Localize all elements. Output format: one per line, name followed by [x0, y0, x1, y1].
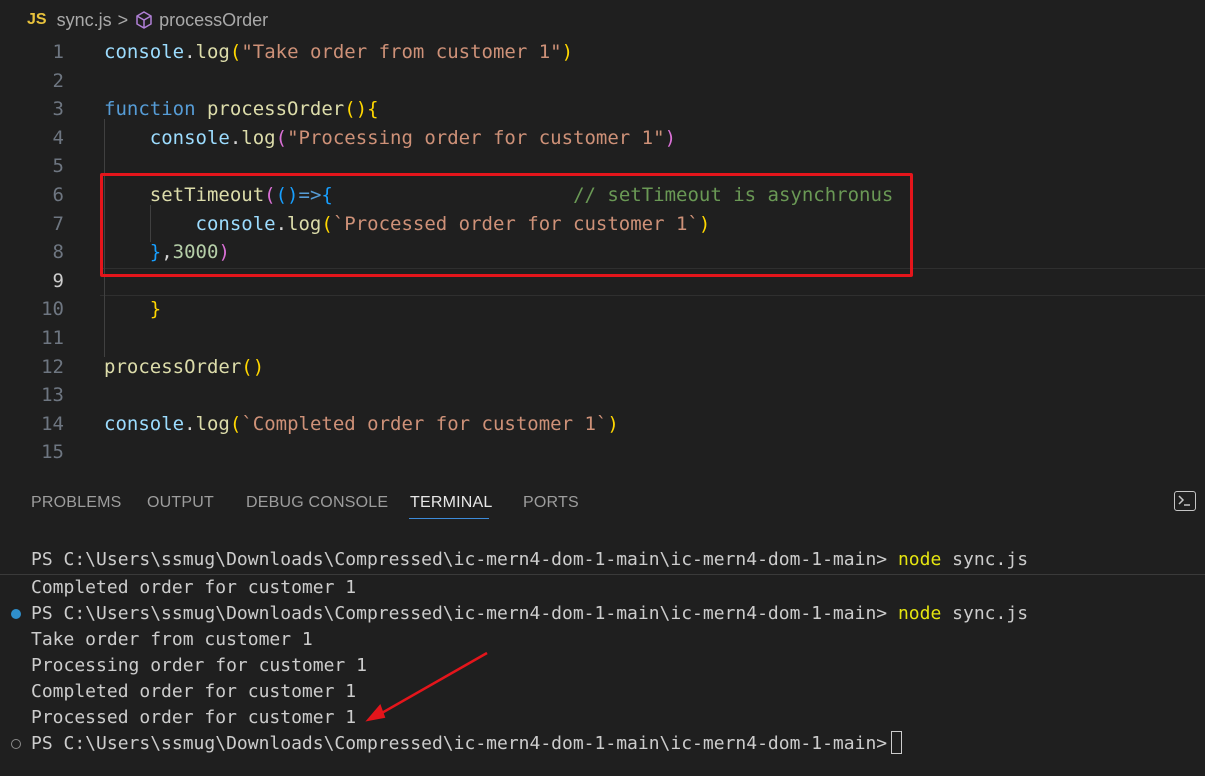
code-token: "Processing order for customer 1" [287, 126, 665, 149]
code-token: . [184, 412, 196, 435]
code-token: log [241, 126, 276, 149]
code-token: ) [664, 126, 677, 149]
command-word: node [897, 603, 942, 624]
command-arg: sync.js [952, 603, 1029, 624]
terminal-command-line: PS C:\Users\ssmug\Downloads\Compressed\i… [31, 601, 1028, 627]
code-token: ( [229, 41, 242, 63]
tab-output[interactable]: OUTPUT [147, 494, 214, 512]
terminal-output-line: Take order from customer 1 [31, 629, 313, 650]
code-line[interactable]: 14 console.log(`Completed order for custo… [0, 410, 1205, 439]
code-token: } [149, 298, 162, 321]
code-line[interactable]: 11 [0, 324, 1205, 353]
terminal-output-line: Processing order for customer 1 [31, 655, 367, 676]
code-token: ( [229, 412, 242, 435]
line-number: 12 [41, 355, 64, 378]
code-token: () [241, 355, 265, 378]
terminal-output[interactable]: PS C:\Users\ssmug\Downloads\Compressed\i… [0, 540, 1205, 776]
active-tab-indicator [409, 518, 489, 519]
breadcrumb-symbol[interactable]: processOrder [159, 10, 268, 31]
code-text: } [104, 295, 161, 324]
javascript-file-icon: JS [27, 11, 47, 28]
highlight-annotation-box [100, 173, 913, 277]
terminal-command-line: PS C:\Users\ssmug\Downloads\Compressed\i… [31, 547, 1028, 573]
code-line[interactable]: 2 [0, 67, 1205, 96]
code-token: processOrder [104, 355, 242, 378]
code-line[interactable]: 10 } [0, 295, 1205, 324]
code-line[interactable]: 4 console.log("Processing order for cust… [0, 124, 1205, 153]
code-token: ( [275, 126, 288, 149]
command-success-dot [11, 609, 21, 619]
terminal-current-prompt[interactable]: PS C:\Users\ssmug\Downloads\Compressed\i… [31, 731, 903, 757]
annotation-arrow-icon [365, 651, 488, 722]
code-token: console [104, 412, 185, 435]
terminal-output-line: Completed order for customer 1 [31, 577, 357, 598]
code-token: "Take order from customer 1" [241, 41, 562, 63]
breadcrumb-separator: > [117, 9, 129, 30]
code-token: function [104, 98, 196, 121]
code-token: ) [561, 41, 574, 63]
line-number: 11 [41, 327, 64, 349]
terminal-output-line: Completed order for customer 1 [31, 681, 357, 702]
terminal-command-separator [0, 574, 1205, 575]
line-number: 9 [52, 269, 64, 292]
terminal-prompt: PS C:\Users\ssmug\Downloads\Compressed\i… [31, 733, 888, 754]
line-number: 7 [52, 212, 64, 235]
command-arg: sync.js [952, 549, 1029, 570]
code-token: . [184, 41, 196, 63]
code-text: processOrder() [104, 353, 264, 382]
line-number: 3 [52, 98, 64, 121]
line-number: 13 [41, 384, 64, 407]
terminal-cursor [891, 731, 903, 754]
code-token: `Completed order for customer 1` [241, 412, 608, 435]
line-number: 14 [41, 412, 64, 435]
code-token: ) [607, 412, 619, 435]
line-number: 5 [52, 155, 64, 178]
code-token: console [149, 126, 230, 149]
code-text: console.log("Processing order for custom… [104, 124, 676, 153]
code-token: { [367, 98, 379, 121]
tab-debug-console[interactable]: DEBUG CONSOLE [246, 494, 388, 512]
command-pending-dot [11, 739, 21, 749]
code-token: console [104, 41, 185, 63]
code-text: console.log("Take order from customer 1"… [104, 38, 573, 67]
tab-ports[interactable]: PORTS [523, 494, 579, 512]
breadcrumb-file[interactable]: sync.js [57, 10, 112, 31]
line-number: 6 [52, 184, 64, 206]
panel-tabs: PROBLEMS OUTPUT DEBUG CONSOLE TERMINAL P… [0, 478, 1205, 530]
tab-terminal[interactable]: TERMINAL [410, 494, 493, 512]
code-line[interactable]: 15 [0, 438, 1205, 467]
code-line[interactable]: 12 processOrder() [0, 353, 1205, 382]
line-number: 2 [52, 69, 64, 92]
terminal-output-line: Processed order for customer 1 [31, 707, 357, 728]
tab-problems[interactable]: PROBLEMS [31, 494, 122, 512]
line-number: 8 [52, 241, 64, 264]
code-token: log [195, 41, 230, 63]
code-line[interactable]: 1 console.log("Take order from customer 1… [0, 38, 1205, 67]
terminal-prompt-glyph [1178, 495, 1190, 506]
line-number: 10 [41, 298, 64, 321]
terminal-prompt: PS C:\Users\ssmug\Downloads\Compressed\i… [31, 603, 888, 624]
code-token: . [229, 126, 242, 149]
line-number: 1 [52, 41, 64, 63]
code-line[interactable]: 3 function processOrder(){ [0, 95, 1205, 124]
line-number: 15 [41, 441, 64, 464]
code-text: function processOrder(){ [104, 95, 379, 124]
code-token: () [344, 98, 368, 121]
code-text: console.log(`Completed order for custome… [104, 410, 619, 439]
code-line[interactable]: 13 [0, 381, 1205, 410]
terminal-prompt: PS C:\Users\ssmug\Downloads\Compressed\i… [31, 549, 888, 570]
command-word: node [897, 549, 942, 570]
line-number: 4 [52, 126, 64, 149]
code-token: processOrder [206, 98, 345, 121]
code-token: log [195, 412, 230, 435]
terminal-icon[interactable] [1174, 491, 1196, 511]
breadcrumb: JS sync.js > processOrder [0, 0, 1205, 40]
symbol-method-icon [136, 11, 152, 29]
